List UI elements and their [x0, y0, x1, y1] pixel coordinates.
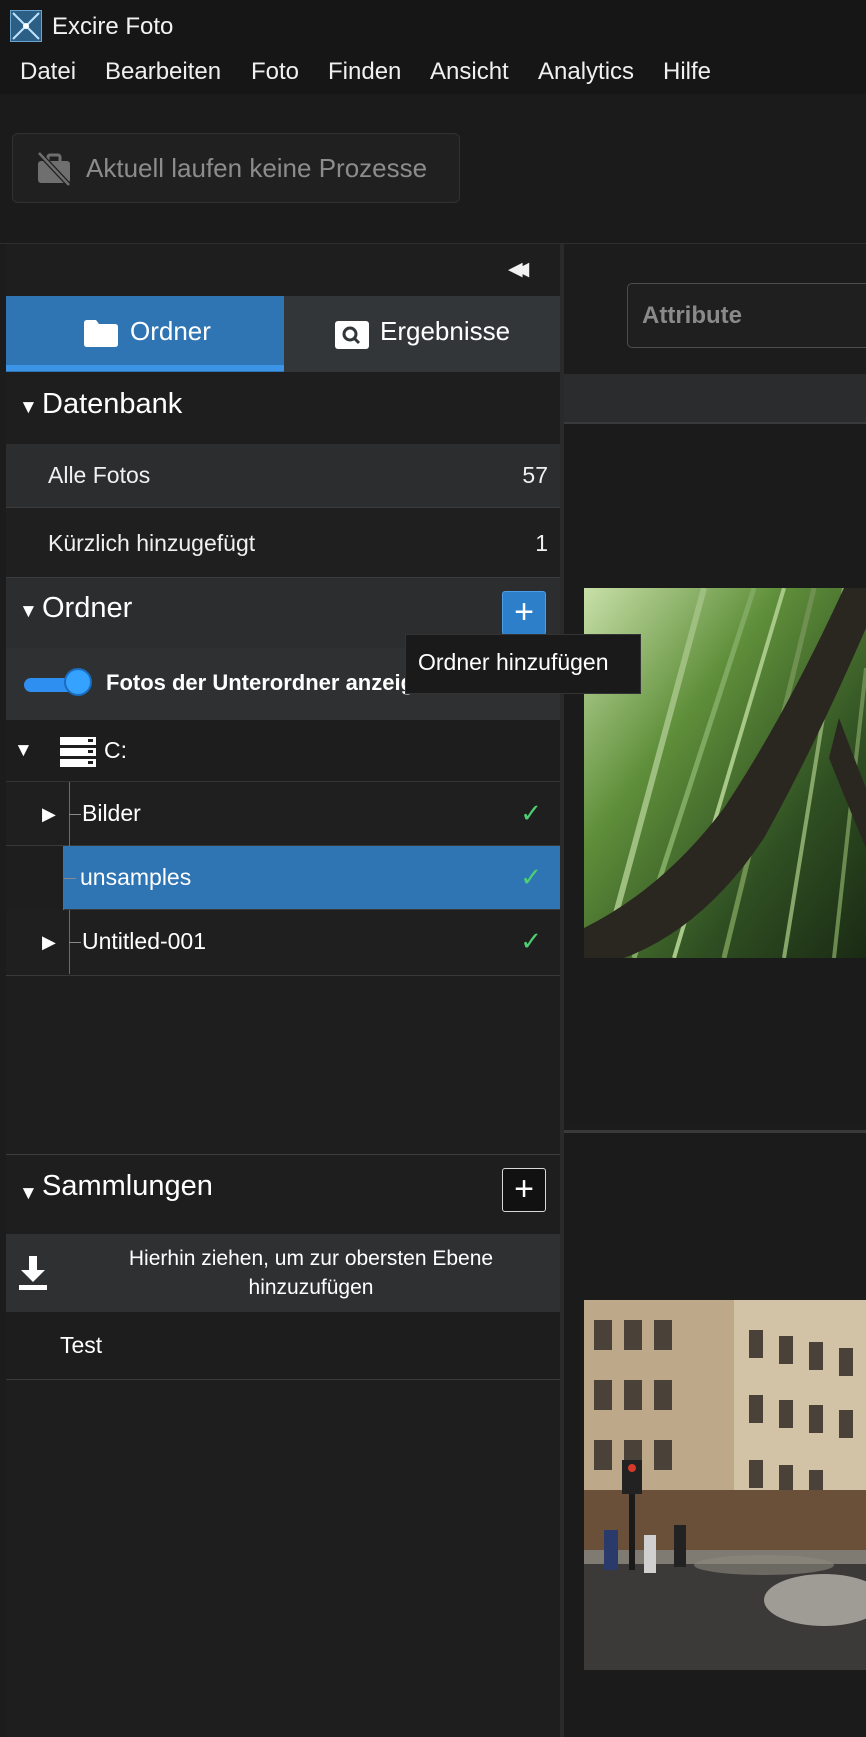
menu-ansicht[interactable]: Ansicht	[430, 58, 509, 86]
menu-analytics[interactable]: Analytics	[538, 58, 634, 86]
db-item-label: Alle Fotos	[48, 462, 151, 488]
folder-icon	[82, 318, 120, 348]
photo-thumbnail-street[interactable]	[584, 1300, 866, 1670]
collection-item-label: Test	[60, 1332, 103, 1358]
content-toolbar-strip	[564, 374, 866, 422]
app-logo-icon	[10, 10, 42, 42]
expand-triangle-icon[interactable]: ▼	[14, 740, 33, 762]
tree-item-label: unsamples	[80, 864, 192, 890]
process-status-label: Aktuell laufen keine Prozesse	[86, 153, 428, 183]
subfolder-toggle-label: Fotos der Unterordner anzeigen	[106, 670, 440, 695]
add-folder-tooltip: Ordner hinzufügen	[405, 634, 641, 694]
attribute-filter-dropdown[interactable]: Attribute	[627, 283, 866, 348]
tooltip-label: Ordner hinzufügen	[418, 649, 609, 675]
tree-guide-line	[64, 878, 76, 879]
briefcase-off-icon	[35, 151, 73, 187]
menu-foto[interactable]: Foto	[251, 58, 299, 86]
window-title: Excire Foto	[52, 13, 174, 40]
search-icon	[334, 320, 370, 350]
download-icon	[16, 1254, 50, 1292]
collection-item-test[interactable]: Test	[6, 1312, 560, 1380]
drive-icon	[58, 735, 98, 769]
expand-arrow-icon[interactable]: ▶	[42, 804, 56, 825]
menu-hilfe[interactable]: Hilfe	[663, 58, 711, 86]
tree-item-unsamples[interactable]: unsamples ✓	[64, 846, 560, 910]
db-item-count: 1	[535, 530, 548, 556]
menu-finden[interactable]: Finden	[328, 58, 401, 86]
check-icon: ✓	[520, 862, 542, 892]
tree-guide-line	[69, 942, 81, 943]
tree-item-untitled-001[interactable]: ▶ Untitled-001 ✓	[6, 910, 560, 976]
expand-triangle-icon: ▼	[19, 397, 38, 418]
drive-row-c[interactable]: ▼ C:	[6, 720, 560, 782]
db-item-count: 57	[522, 462, 548, 488]
add-folder-button[interactable]: +	[502, 591, 546, 635]
drive-label: C:	[104, 737, 127, 763]
db-item-alle-fotos[interactable]: Alle Fotos 57	[6, 444, 560, 508]
toggle-thumb[interactable]	[64, 668, 92, 696]
check-icon: ✓	[520, 926, 542, 956]
expand-arrow-icon[interactable]: ▶	[42, 932, 56, 953]
process-status-button[interactable]: Aktuell laufen keine Prozesse	[12, 133, 460, 203]
tree-item-bilder[interactable]: ▶ Bilder ✓	[6, 782, 560, 846]
drop-hint-text: Hierhin ziehen, um zur obersten Ebene hi…	[128, 1247, 494, 1299]
sammlungen-title: Sammlungen	[42, 1170, 213, 1202]
tree-item-label: Untitled-001	[82, 928, 207, 954]
tab-ergebnisse-label: Ergebnisse	[380, 316, 511, 346]
ordner-title: Ordner	[42, 592, 133, 624]
tab-ordner[interactable]: Ordner	[6, 296, 284, 372]
expand-triangle-icon: ▼	[19, 1183, 38, 1204]
tree-guide-line	[69, 814, 81, 815]
sammlungen-header[interactable]: ▼ Sammlungen +	[6, 1156, 560, 1234]
tree-guide-line	[63, 846, 64, 910]
datenbank-title: Datenbank	[42, 388, 183, 420]
check-icon: ✓	[520, 798, 542, 828]
db-item-kuerzlich[interactable]: Kürzlich hinzugefügt 1	[6, 508, 560, 578]
tab-ergebnisse[interactable]: Ergebnisse	[284, 296, 560, 372]
attribute-filter-label: Attribute	[642, 302, 742, 329]
menu-bar: Datei Bearbeiten Foto Finden Ansicht Ana…	[0, 52, 866, 94]
menu-datei[interactable]: Datei	[20, 58, 76, 86]
collection-drop-zone[interactable]: Hierhin ziehen, um zur obersten Ebene hi…	[6, 1234, 560, 1312]
tab-ordner-label: Ordner	[130, 316, 211, 346]
db-item-label: Kürzlich hinzugefügt	[48, 530, 256, 556]
datenbank-header[interactable]: ▼ Datenbank	[6, 372, 560, 444]
expand-triangle-icon: ▼	[19, 601, 38, 622]
menu-bearbeiten[interactable]: Bearbeiten	[105, 58, 221, 86]
collapse-panel-icon[interactable]: ◀◀	[508, 258, 529, 281]
divider	[6, 1154, 560, 1155]
title-bar: Excire Foto	[0, 0, 866, 52]
tree-item-label: Bilder	[82, 800, 141, 826]
tab-active-indicator	[6, 365, 284, 371]
add-collection-button[interactable]: +	[502, 1168, 546, 1212]
